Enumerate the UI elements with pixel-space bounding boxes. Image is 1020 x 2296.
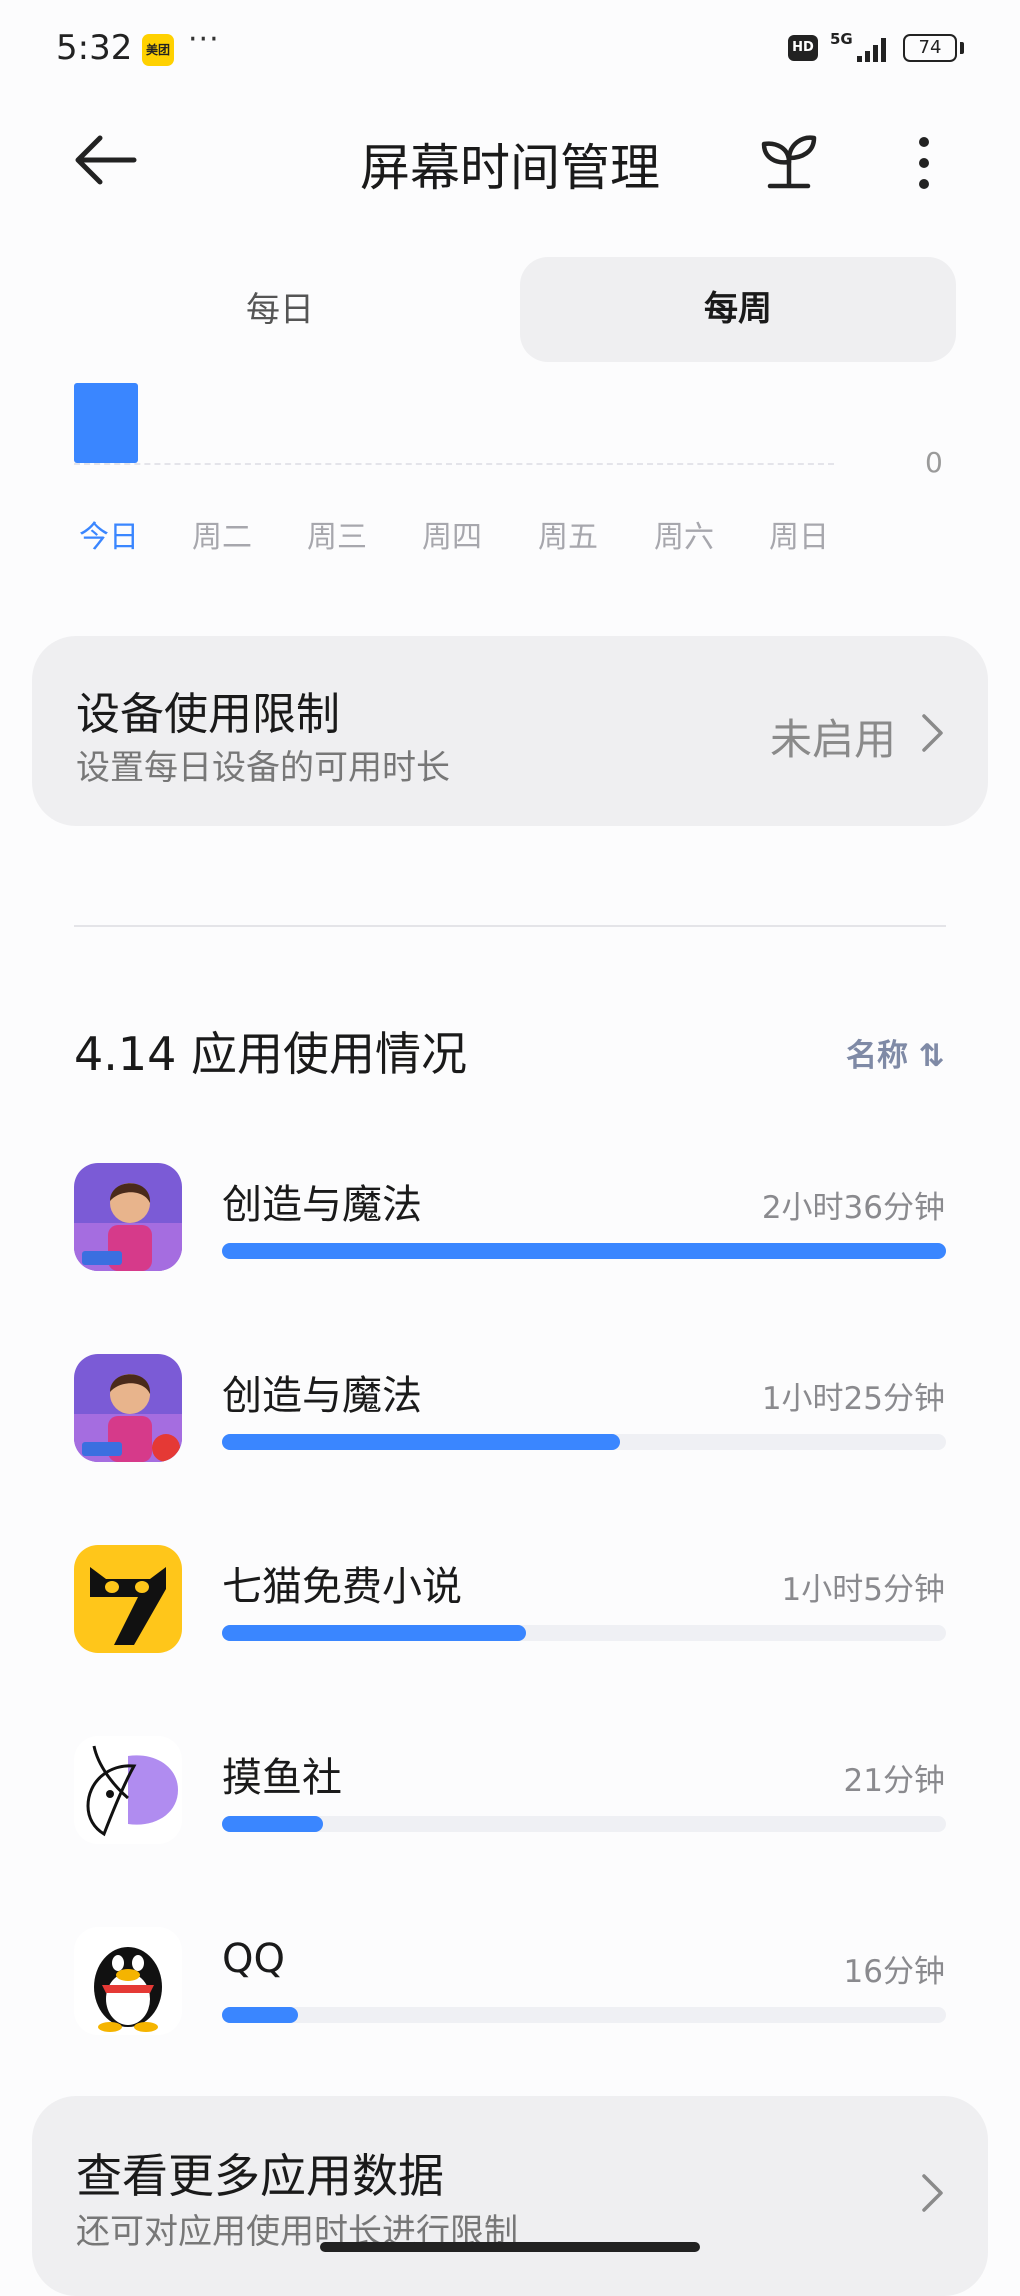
usage-bar-track xyxy=(222,1243,946,1259)
meituan-notification-icon: 美团 xyxy=(142,34,174,66)
app-name: 七猫免费小说 xyxy=(222,1564,462,1610)
chevron-right-icon xyxy=(922,714,943,752)
battery-tip xyxy=(960,42,964,54)
usage-bar-track xyxy=(222,1816,946,1832)
usage-bar-track xyxy=(222,1434,946,1450)
device-limit-status: 未启用 xyxy=(770,715,897,764)
sprout-icon[interactable] xyxy=(756,128,822,194)
usage-bar-track xyxy=(222,2007,946,2023)
usage-bar-fill xyxy=(222,2007,299,2023)
app-name: QQ xyxy=(222,1936,285,1982)
usage-bar-track xyxy=(222,1625,946,1641)
tab-daily[interactable]: 每日 xyxy=(72,260,488,360)
chart-day-label[interactable]: 周四 xyxy=(422,512,482,556)
hd-icon: HD xyxy=(788,35,818,61)
app-name: 摸鱼社 xyxy=(222,1755,342,1801)
network-type: 5G xyxy=(830,30,853,48)
black-cat-icon[interactable] xyxy=(74,1545,182,1653)
chart-day-label[interactable]: 周二 xyxy=(192,512,252,556)
usage-bar-fill xyxy=(222,1816,324,1832)
app-usage-time: 2小时36分钟 xyxy=(761,1190,945,1226)
page-title: 屏幕时间管理 xyxy=(360,139,660,197)
device-limit-title: 设备使用限制 xyxy=(76,689,340,740)
chart-day-label[interactable]: 今日 xyxy=(79,512,139,556)
sort-by-name-button[interactable]: 名称 ⇅ xyxy=(846,1030,945,1075)
app-usage-time: 21分钟 xyxy=(843,1763,945,1799)
app-name: 创造与魔法 xyxy=(222,1182,422,1228)
device-limit-subtitle: 设置每日设备的可用时长 xyxy=(76,748,450,788)
app-name: 创造与魔法 xyxy=(222,1373,422,1419)
more-app-data-title: 查看更多应用数据 xyxy=(76,2149,444,2203)
chart-day-label[interactable]: 周日 xyxy=(769,512,829,556)
usage-bar-fill xyxy=(222,1243,946,1259)
app-usage-time: 1小时25分钟 xyxy=(761,1381,945,1417)
game-character-icon[interactable] xyxy=(74,1354,182,1462)
status-time: 5:32 xyxy=(56,28,133,68)
chart-day-label[interactable]: 周五 xyxy=(538,512,598,556)
battery-icon: 74 xyxy=(903,34,957,62)
more-notifications-icon: ··· xyxy=(188,22,220,57)
signal-icon xyxy=(857,38,886,62)
chart-baseline xyxy=(74,463,834,465)
app-usage-time: 16分钟 xyxy=(843,1954,945,1990)
chart-bar-today[interactable] xyxy=(74,383,138,463)
game-character-icon[interactable] xyxy=(74,1163,182,1271)
usage-section-title: 4.14 应用使用情况 xyxy=(74,1027,468,1081)
chevron-right-icon xyxy=(922,2174,943,2212)
chart-day-label[interactable]: 周六 xyxy=(654,512,714,556)
more-options-icon[interactable] xyxy=(900,130,948,196)
tab-weekly[interactable]: 每周 xyxy=(520,257,956,362)
penguin-icon[interactable] xyxy=(74,1927,182,2035)
usage-bar-fill xyxy=(222,1625,527,1641)
app-usage-time: 1小时5分钟 xyxy=(781,1572,945,1608)
chart-y-tick: 0 xyxy=(925,446,943,479)
fish-icon[interactable] xyxy=(74,1736,182,1844)
usage-bar-fill xyxy=(222,1434,621,1450)
chart-day-label[interactable]: 周三 xyxy=(307,512,367,556)
section-divider xyxy=(74,925,946,927)
home-indicator[interactable] xyxy=(320,2242,700,2252)
